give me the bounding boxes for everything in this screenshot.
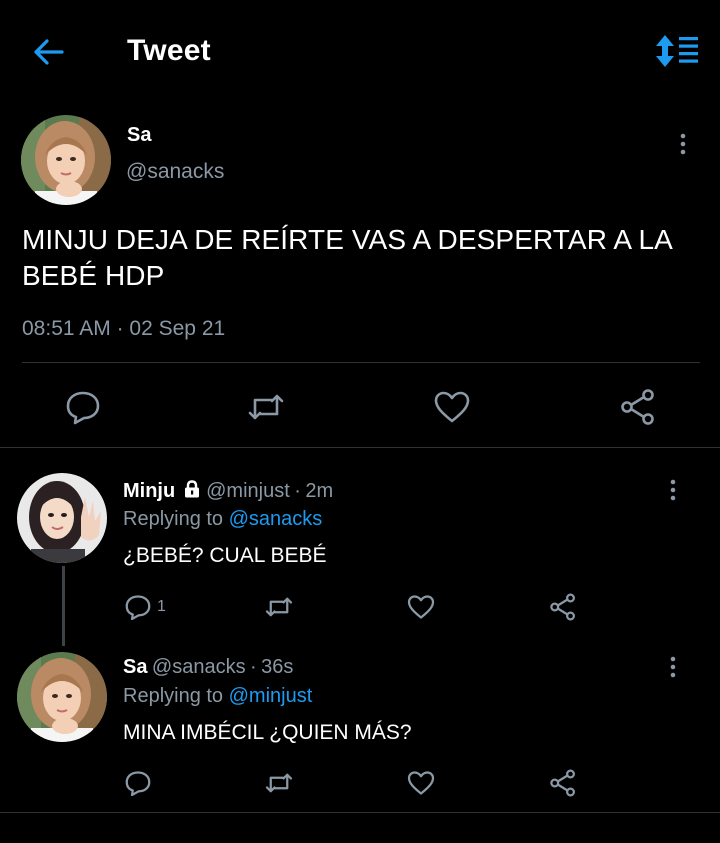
share-icon [621, 389, 654, 425]
reply-icon [125, 595, 151, 621]
reply-author-name[interactable]: Minju [123, 480, 175, 502]
reply-author-name[interactable]: Sa [123, 656, 147, 678]
sort-icon [656, 35, 698, 67]
more-options-button[interactable] [668, 654, 678, 682]
sort-button[interactable] [655, 34, 699, 68]
divider [22, 362, 700, 363]
share-icon [550, 769, 575, 797]
share-button[interactable] [548, 768, 578, 798]
like-button[interactable] [406, 768, 436, 798]
replying-to-link[interactable]: @minjust [229, 685, 313, 707]
meta-separator: · [116, 317, 124, 340]
retweet-button[interactable] [246, 387, 286, 427]
meta-separator: · [294, 480, 301, 502]
reply-age: 36s [261, 656, 294, 678]
reply-button[interactable] [123, 768, 153, 798]
tweet-date: 02 Sep 21 [129, 317, 226, 340]
retweet-icon [265, 773, 293, 793]
lock-icon [182, 479, 202, 499]
retweet-button[interactable] [264, 592, 294, 622]
share-button[interactable] [548, 592, 578, 622]
page-title: Tweet [127, 34, 211, 67]
avatar-photo [21, 115, 111, 205]
heart-icon [434, 391, 470, 423]
replying-to-label: Replying to [123, 685, 224, 707]
author-name[interactable]: Sa [127, 124, 151, 147]
replying-to: Replying to @minjust [123, 685, 312, 708]
reply-button[interactable] [63, 387, 103, 427]
like-button[interactable] [406, 592, 436, 622]
retweet-icon [248, 394, 284, 420]
reply-text: MINA IMBÉCIL ¿QUIEN MÁS? [123, 721, 412, 744]
tweet-text: MINJU DEJA DE REÍRTE VAS A DESPERTAR A L… [22, 224, 672, 291]
replying-to-link[interactable]: @sanacks [229, 508, 323, 530]
share-icon [550, 593, 575, 621]
arrow-left-icon [34, 39, 64, 65]
reply-text: ¿BEBÉ? CUAL BEBÉ [123, 544, 327, 567]
more-vertical-icon [670, 479, 676, 501]
reply-header: Minju @minjust · 2m [123, 479, 333, 503]
retweet-icon [265, 597, 293, 617]
reply-header: Sa @sanacks · 36s [123, 656, 293, 679]
reply-author-handle[interactable]: @minjust [206, 480, 290, 502]
more-vertical-icon [670, 656, 676, 678]
avatar-photo [17, 473, 107, 563]
replying-to-label: Replying to [123, 508, 224, 530]
avatar[interactable] [17, 473, 107, 563]
heart-icon [407, 595, 435, 619]
meta-separator: · [250, 656, 257, 678]
more-options-button[interactable] [668, 477, 678, 505]
more-vertical-icon [680, 133, 686, 155]
reply-button[interactable] [123, 592, 153, 622]
heart-icon [407, 771, 435, 795]
more-options-button[interactable] [678, 131, 688, 159]
author-handle[interactable]: @sanacks [126, 160, 224, 184]
tweet-actions [0, 385, 720, 429]
avatar[interactable] [21, 115, 111, 205]
avatar[interactable] [17, 652, 107, 742]
tweet-timestamp: 08:51 AM · 02 Sep 21 [22, 317, 225, 341]
reply-age: 2m [305, 480, 334, 502]
divider [0, 812, 720, 813]
retweet-button[interactable] [264, 768, 294, 798]
replying-to: Replying to @sanacks [123, 508, 322, 531]
back-button[interactable] [30, 34, 66, 70]
reply-count: 1 [157, 598, 166, 615]
like-button[interactable] [432, 387, 472, 427]
avatar-photo [17, 652, 107, 742]
share-button[interactable] [618, 387, 658, 427]
reply-author-handle[interactable]: @sanacks [152, 656, 246, 678]
reply-icon [125, 771, 151, 797]
divider [0, 447, 720, 448]
reply-icon [66, 391, 100, 425]
tweet-time: 08:51 AM [22, 317, 111, 340]
thread-connector [62, 566, 65, 646]
